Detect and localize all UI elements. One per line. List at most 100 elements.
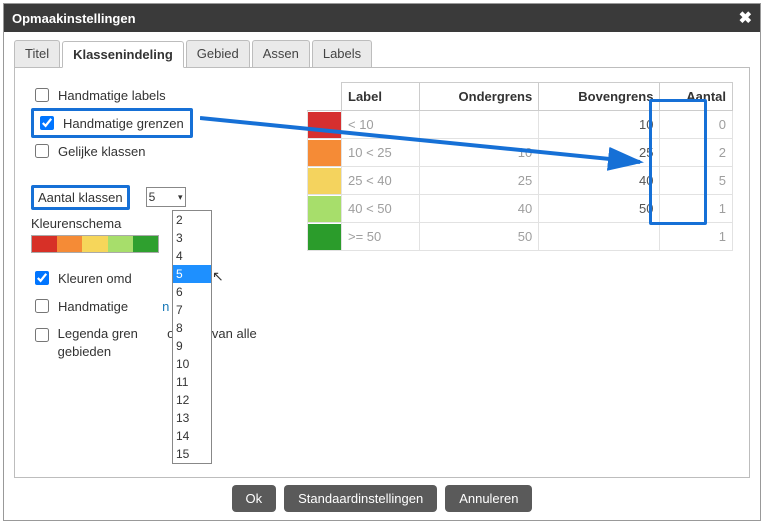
- dropdown-item-11[interactable]: 11: [173, 373, 211, 391]
- swatch-5: [133, 236, 158, 252]
- dialog-opmaakinstellingen: Opmaakinstellingen ✖ Titel Klassenindeli…: [3, 3, 761, 521]
- row-label[interactable]: >= 50: [342, 223, 420, 251]
- dropdown-item-15[interactable]: 15: [173, 445, 211, 463]
- label-aantal-klassen: Aantal klassen: [31, 185, 130, 210]
- select-aantal-klassen[interactable]: 5 ▾: [146, 187, 186, 207]
- opt-legenda: Legenda gren o basis van alle gebieden: [31, 325, 307, 361]
- cancel-button[interactable]: Annuleren: [445, 485, 532, 512]
- left-column: Handmatige labels Handmatige grenzen Gel…: [31, 82, 307, 463]
- table-row: 40 < 5040501: [308, 195, 733, 223]
- row-ondergrens[interactable]: 40: [420, 195, 539, 223]
- swatch-2: [57, 236, 82, 252]
- dropdown-item-4[interactable]: 4: [173, 247, 211, 265]
- swatch-3: [82, 236, 107, 252]
- label-handmatige-suffix: n: [162, 299, 169, 314]
- row-aantal: 1: [660, 195, 733, 223]
- row-color: [308, 167, 342, 195]
- ok-button[interactable]: Ok: [232, 485, 277, 512]
- label-handmatige-k: Handmatige: [58, 299, 128, 314]
- dropdown-item-5[interactable]: 5: [173, 265, 211, 283]
- checkbox-handmatige-labels[interactable]: [35, 88, 49, 102]
- row-aantal: 1: [660, 223, 733, 251]
- th-aantal: Aantal: [660, 83, 733, 111]
- dropdown-item-8[interactable]: 8: [173, 319, 211, 337]
- tab-strip: Titel Klassenindeling Gebied Assen Label…: [14, 40, 750, 68]
- label-kleuren-omd: Kleuren omd: [58, 271, 132, 286]
- opt-aantal-klassen: Aantal klassen 5 ▾: [31, 188, 307, 206]
- color-scheme-preview[interactable]: [31, 235, 159, 253]
- row-color: [308, 111, 342, 139]
- row-color: [308, 139, 342, 167]
- right-column: Label Ondergrens Bovengrens Aantal < 101…: [307, 82, 733, 463]
- table-row: 10 < 2510252: [308, 139, 733, 167]
- opt-kleuren-omdraaien: Kleuren omd: [31, 269, 307, 287]
- opt-handmatige-grenzen: Handmatige grenzen: [31, 114, 307, 132]
- table-row: < 10 100: [308, 111, 733, 139]
- classes-table: Label Ondergrens Bovengrens Aantal < 101…: [307, 82, 733, 251]
- row-bovengrens[interactable]: 10: [539, 111, 660, 139]
- label-legenda: Legenda gren: [58, 326, 138, 341]
- tab-panel: Handmatige labels Handmatige grenzen Gel…: [14, 68, 750, 478]
- dialog-footer: Ok Standaardinstellingen Annuleren: [4, 485, 760, 512]
- th-label: Label: [342, 83, 420, 111]
- dialog-title: Opmaakinstellingen: [12, 11, 136, 26]
- table-body: < 1010010 < 251025225 < 402540540 < 5040…: [308, 111, 733, 251]
- table-row: >= 5050 1: [308, 223, 733, 251]
- row-color: [308, 223, 342, 251]
- row-ondergrens[interactable]: 10: [420, 139, 539, 167]
- row-bovengrens[interactable]: 25: [539, 139, 660, 167]
- row-aantal: 5: [660, 167, 733, 195]
- dropdown-item-7[interactable]: 7: [173, 301, 211, 319]
- label-kleurenschema: Kleurenschema: [31, 216, 307, 231]
- row-label[interactable]: 10 < 25: [342, 139, 420, 167]
- dropdown-item-13[interactable]: 13: [173, 409, 211, 427]
- tab-labels[interactable]: Labels: [312, 40, 372, 67]
- label-handmatige-labels: Handmatige labels: [58, 88, 166, 103]
- row-ondergrens[interactable]: 50: [420, 223, 539, 251]
- dropdown-item-12[interactable]: 12: [173, 391, 211, 409]
- opt-gelijke-klassen: Gelijke klassen: [31, 142, 307, 160]
- swatch-1: [32, 236, 57, 252]
- row-label[interactable]: 40 < 50: [342, 195, 420, 223]
- defaults-button[interactable]: Standaardinstellingen: [284, 485, 437, 512]
- dropdown-item-10[interactable]: 10: [173, 355, 211, 373]
- tab-titel[interactable]: Titel: [14, 40, 60, 67]
- dropdown-item-6[interactable]: 6: [173, 283, 211, 301]
- swatch-4: [108, 236, 133, 252]
- select-aantal-value: 5: [149, 190, 156, 204]
- row-aantal: 2: [660, 139, 733, 167]
- row-ondergrens[interactable]: 25: [420, 167, 539, 195]
- row-ondergrens[interactable]: [420, 111, 539, 139]
- opt-handmatige-labels: Handmatige labels: [31, 86, 307, 104]
- tab-assen[interactable]: Assen: [252, 40, 310, 67]
- row-bovengrens[interactable]: 50: [539, 195, 660, 223]
- close-icon[interactable]: ✖: [739, 8, 752, 28]
- table-row: 25 < 4025405: [308, 167, 733, 195]
- chevron-down-icon: ▾: [178, 192, 183, 203]
- dropdown-item-9[interactable]: 9: [173, 337, 211, 355]
- label-handmatige-grenzen: Handmatige grenzen: [63, 116, 184, 131]
- tab-gebied[interactable]: Gebied: [186, 40, 250, 67]
- dropdown-item-2[interactable]: 2: [173, 211, 211, 229]
- label-gelijke-klassen: Gelijke klassen: [58, 144, 145, 159]
- dialog-content: Titel Klassenindeling Gebied Assen Label…: [4, 32, 760, 486]
- dropdown-item-3[interactable]: 3: [173, 229, 211, 247]
- opt-handmatige-kleuren: Handmatige n: [31, 297, 307, 315]
- row-aantal: 0: [660, 111, 733, 139]
- row-bovengrens[interactable]: [539, 223, 660, 251]
- checkbox-gelijke-klassen[interactable]: [35, 144, 49, 158]
- checkbox-handmatige-grenzen[interactable]: [40, 116, 54, 130]
- checkbox-handmatige-kleuren[interactable]: [35, 299, 49, 313]
- row-color: [308, 195, 342, 223]
- checkbox-kleuren-omdraaien[interactable]: [35, 271, 49, 285]
- checkbox-legenda[interactable]: [35, 328, 49, 342]
- dropdown-aantal-klassen[interactable]: 23456789101112131415: [172, 210, 212, 464]
- row-label[interactable]: 25 < 40: [342, 167, 420, 195]
- tab-klassenindeling[interactable]: Klassenindeling: [62, 41, 184, 68]
- titlebar: Opmaakinstellingen ✖: [4, 4, 760, 32]
- row-label[interactable]: < 10: [342, 111, 420, 139]
- th-ondergrens: Ondergrens: [420, 83, 539, 111]
- dropdown-item-14[interactable]: 14: [173, 427, 211, 445]
- row-bovengrens[interactable]: 40: [539, 167, 660, 195]
- th-bovengrens: Bovengrens: [539, 83, 660, 111]
